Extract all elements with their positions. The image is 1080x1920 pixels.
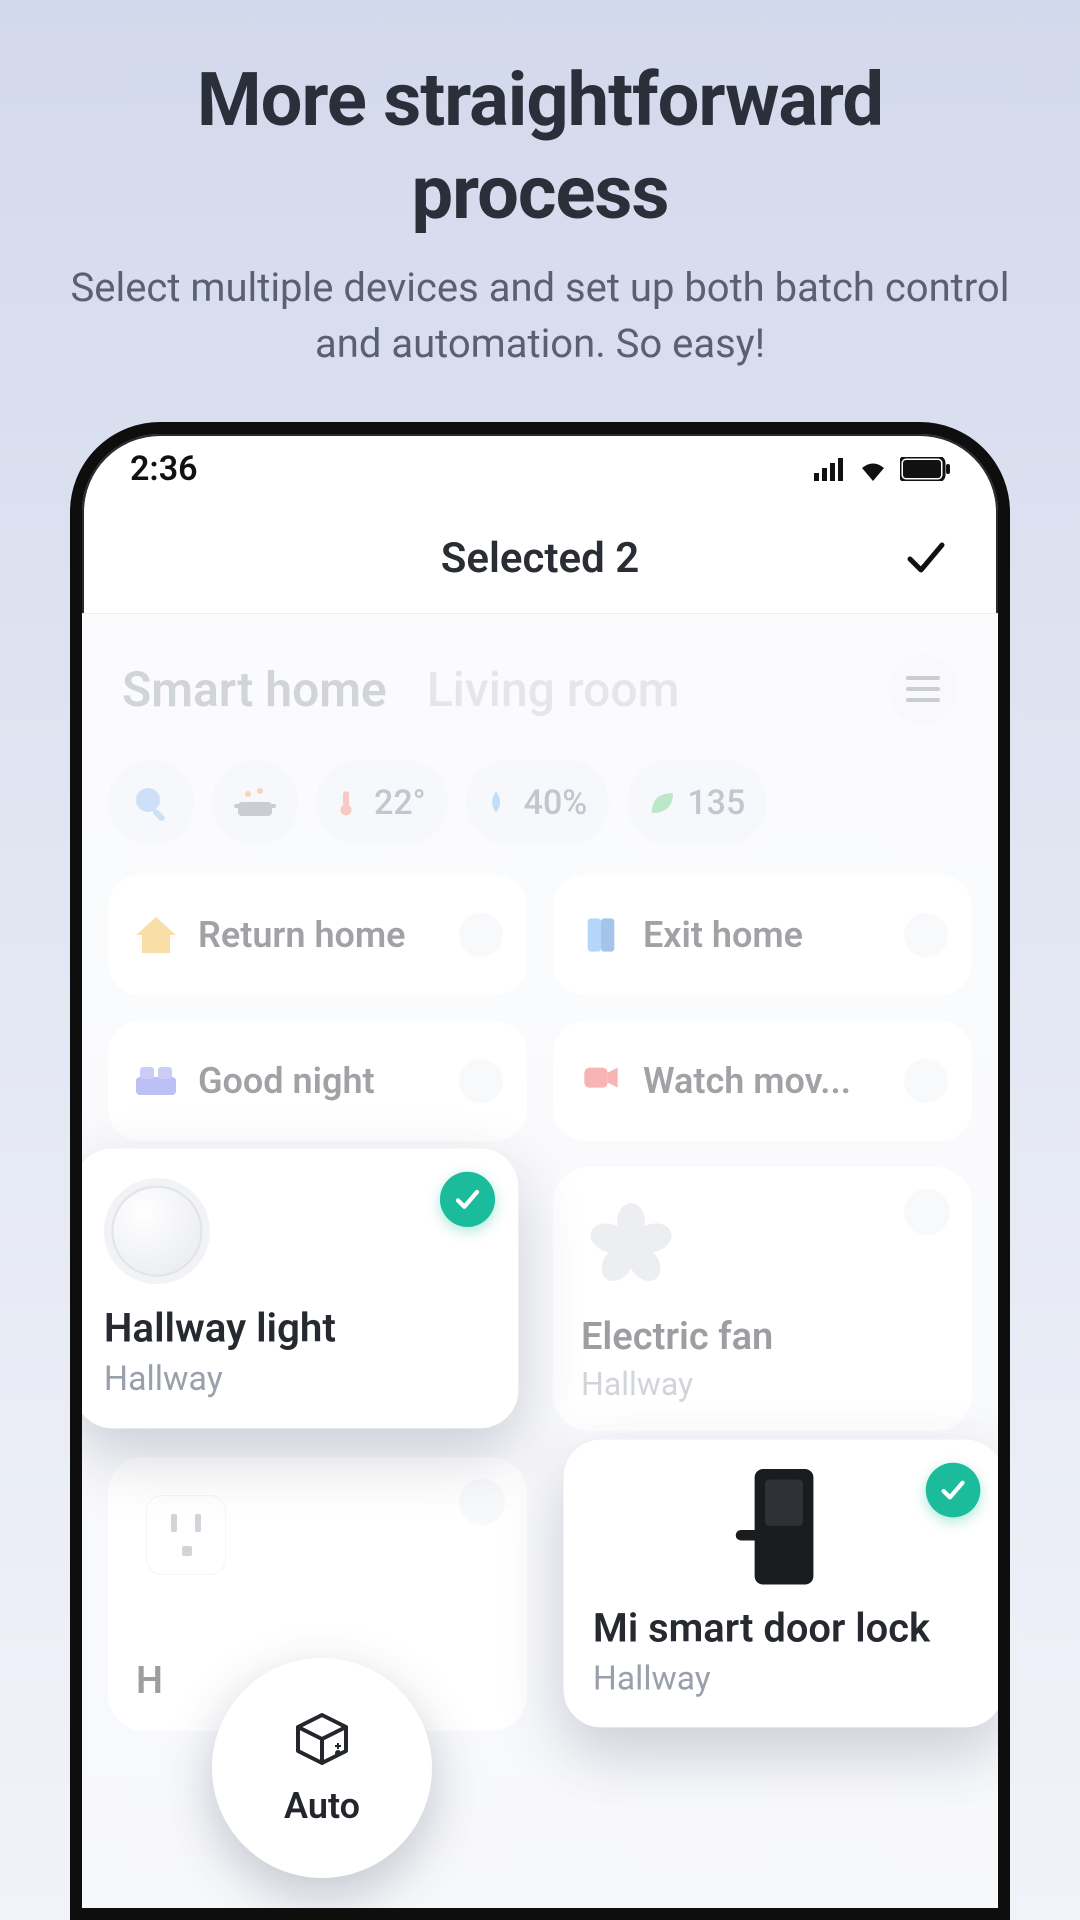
auto-fab[interactable]: Auto [212, 1658, 432, 1878]
thermometer-icon [338, 782, 364, 824]
air-value: 135 [687, 783, 745, 823]
tab-smart-home[interactable]: Smart home [122, 661, 387, 718]
status-time: 2:36 [130, 449, 198, 489]
wifi-icon [856, 456, 890, 482]
plug-icon [136, 1485, 236, 1585]
door-icon [577, 911, 625, 959]
device-name: Hallway light [104, 1305, 489, 1352]
battery-icon [900, 457, 950, 481]
device-selector[interactable] [904, 1189, 950, 1235]
hero-subtitle: Select multiple devices and set up both … [0, 260, 1080, 372]
home-icon [132, 911, 180, 959]
device-room: Hallway [593, 1658, 974, 1698]
device-name: Electric fan [581, 1315, 944, 1359]
chip-humidity[interactable]: 40% [466, 760, 610, 845]
device-electric-fan[interactable]: Electric fan Hallway [553, 1167, 972, 1431]
device-name: Mi smart door lock [593, 1606, 974, 1652]
fan-icon [581, 1195, 681, 1295]
scene-label: Exit home [643, 914, 803, 956]
device-selector[interactable] [459, 1479, 505, 1525]
chip-cooking[interactable] [212, 760, 298, 845]
bed-icon [132, 1057, 180, 1105]
chip-air[interactable]: 135 [627, 760, 767, 845]
cube-plus-icon [292, 1709, 352, 1773]
scene-exit-home[interactable]: Exit home [553, 875, 972, 995]
hamburger-icon [906, 676, 940, 702]
chip-search[interactable] [108, 760, 194, 845]
device-door-lock[interactable]: Mi smart door lock Hallway [564, 1440, 998, 1728]
hero-title: More straightforward process [197, 55, 883, 240]
scene-label: Return home [198, 914, 406, 956]
lock-icon [593, 1469, 974, 1585]
fab-label: Auto [284, 1785, 360, 1827]
scene-selector[interactable] [904, 1059, 948, 1103]
phone-frame: 2:36 Selected 2 Smart home Living room [70, 422, 1010, 1920]
scene-return-home[interactable]: Return home [108, 875, 527, 995]
camera-icon [577, 1057, 625, 1105]
appbar-title: Selected 2 [441, 534, 639, 583]
leaf-icon [649, 782, 677, 824]
pot-icon [234, 782, 276, 824]
scene-selector[interactable] [904, 913, 948, 957]
device-room: Hallway [581, 1365, 944, 1403]
selected-check-icon[interactable] [440, 1172, 495, 1227]
droplet-icon [488, 782, 514, 824]
signal-icon [814, 457, 846, 481]
temperature-value: 22° [374, 783, 426, 823]
scene-label: Good night [198, 1060, 375, 1102]
light-icon [104, 1178, 210, 1284]
confirm-button[interactable] [902, 533, 950, 585]
search-icon [130, 782, 172, 824]
scene-selector[interactable] [459, 1059, 503, 1103]
room-tabs: Smart home Living room [108, 614, 972, 754]
scene-watch-movie[interactable]: Watch mov... [553, 1021, 972, 1141]
app-bar: Selected 2 [82, 504, 998, 614]
menu-button[interactable] [888, 654, 958, 724]
chip-temperature[interactable]: 22° [316, 760, 448, 845]
status-chips: 22° 40% 135 [108, 754, 972, 875]
scene-label: Watch mov... [643, 1060, 851, 1102]
status-bar: 2:36 [82, 434, 998, 504]
humidity-value: 40% [524, 783, 588, 823]
device-room: Hallway [104, 1358, 489, 1398]
scene-good-night[interactable]: Good night [108, 1021, 527, 1141]
device-hallway-light[interactable]: Hallway light Hallway [82, 1148, 518, 1428]
tab-living-room[interactable]: Living room [427, 661, 680, 718]
scene-selector[interactable] [459, 913, 503, 957]
selected-check-icon[interactable] [926, 1463, 981, 1518]
